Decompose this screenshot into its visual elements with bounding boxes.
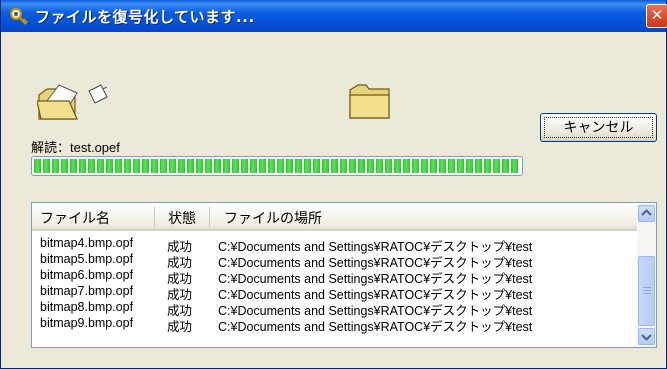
open-folder-icon <box>36 84 78 120</box>
file-name: bitmap6.bmp.opf <box>40 268 134 282</box>
list-header: ファイル名 状態 ファイルの場所 <box>32 203 637 231</box>
list-item[interactable]: bitmap5.bmp.opf 成功 C:¥Documents and Sett… <box>32 252 637 270</box>
scroll-up-icon <box>641 209 652 216</box>
flying-document-icon <box>88 84 108 104</box>
file-state: 成功 <box>167 320 193 334</box>
close-button[interactable]: ✕ <box>646 4 667 28</box>
destination-folder <box>349 84 391 124</box>
title-bar[interactable]: ファイルを復号化しています... ✕ <box>1 0 667 32</box>
scroll-down-icon <box>641 334 652 341</box>
closed-folder-icon <box>349 84 390 119</box>
focus-ring <box>544 117 653 138</box>
file-name: bitmap9.bmp.opf <box>40 316 134 330</box>
column-header-filename[interactable]: ファイル名 <box>40 208 110 228</box>
file-list[interactable]: ファイル名 状態 ファイルの場所 bitmap4.bmp.opf 成功 C:¥D… <box>31 202 657 348</box>
list-item[interactable]: bitmap4.bmp.opf 成功 C:¥Documents and Sett… <box>32 236 637 254</box>
list-rows: bitmap4.bmp.opf 成功 C:¥Documents and Sett… <box>32 236 637 334</box>
key-search-icon <box>9 7 29 27</box>
column-divider[interactable] <box>209 207 210 227</box>
cancel-button[interactable]: キャンセル <box>540 113 657 142</box>
status-text: 解読：test.opef <box>31 140 120 155</box>
column-divider[interactable] <box>154 207 155 227</box>
scroll-up-button[interactable] <box>638 205 655 222</box>
scroll-thumb[interactable] <box>638 256 655 326</box>
file-location: C:¥Documents and Settings¥RATOC¥デスクトップ¥t… <box>218 320 533 334</box>
list-item[interactable]: bitmap9.bmp.opf 成功 C:¥Documents and Sett… <box>32 316 637 334</box>
source-folder-animation <box>36 81 117 127</box>
window-title: ファイルを復号化しています... <box>35 8 255 26</box>
list-item[interactable]: bitmap7.bmp.opf 成功 C:¥Documents and Sett… <box>32 284 637 302</box>
thumb-grip <box>643 293 651 294</box>
close-icon: ✕ <box>650 6 664 24</box>
progress-bar <box>31 156 523 176</box>
file-name: bitmap8.bmp.opf <box>40 300 134 314</box>
file-name: bitmap7.bmp.opf <box>40 284 134 298</box>
scroll-down-button[interactable] <box>638 328 655 345</box>
thumb-grip <box>643 290 651 291</box>
file-name: bitmap4.bmp.opf <box>40 236 134 250</box>
file-name: bitmap5.bmp.opf <box>40 252 134 266</box>
thumb-grip <box>643 287 651 288</box>
column-header-location[interactable]: ファイルの場所 <box>224 208 322 228</box>
vertical-scrollbar[interactable] <box>637 203 656 347</box>
list-item[interactable]: bitmap8.bmp.opf 成功 C:¥Documents and Sett… <box>32 300 637 318</box>
list-item[interactable]: bitmap6.bmp.opf 成功 C:¥Documents and Sett… <box>32 268 637 286</box>
progress-fill <box>34 159 520 173</box>
decrypt-progress-dialog: ファイルを復号化しています... ✕ 解読：test.opef キャンセル ファ… <box>0 0 667 369</box>
column-header-status[interactable]: 状態 <box>168 208 196 228</box>
